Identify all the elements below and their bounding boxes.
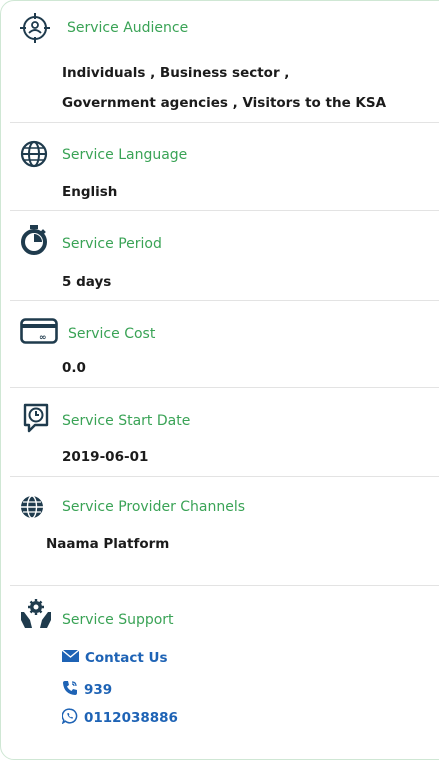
divider [10,476,439,477]
divider [10,585,439,586]
period-title: Service Period [62,236,162,252]
envelope-icon [61,649,80,666]
phone-link[interactable]: 939 [62,680,112,700]
audience-icon [19,12,51,48]
cost-value: 0.0 [62,360,86,376]
clock-icon [22,402,50,438]
contact-us-link[interactable]: Contact Us [61,649,168,666]
language-value: English [62,184,118,200]
service-details-card [0,0,439,760]
start-date-value: 2019-06-01 [62,449,149,465]
globe-icon [20,495,44,523]
audience-title: Service Audience [67,20,189,36]
language-title: Service Language [62,147,188,163]
support-hands-gear-icon [19,598,53,634]
channels-value: Naama Platform [46,536,170,552]
channels-title: Service Provider Channels [62,499,246,515]
whatsapp-number: 0112038886 [84,710,178,726]
audience-line-2: Government agencies , Visitors to the KS… [62,95,387,111]
whatsapp-icon [61,708,78,728]
divider [10,122,439,123]
globe-icon [20,140,48,172]
stopwatch-icon [20,224,48,260]
phone-icon [62,680,78,700]
divider [10,210,439,211]
cost-title: Service Cost [68,326,156,342]
divider [10,300,439,301]
start-date-title: Service Start Date [62,413,191,429]
divider [10,387,439,388]
whatsapp-link[interactable]: 0112038886 [61,708,178,728]
support-title: Service Support [62,612,174,628]
svg-text:∞: ∞ [39,333,47,343]
contact-us-label: Contact Us [85,650,168,666]
period-value: 5 days [62,274,112,290]
credit-card-icon: ∞ [20,318,58,348]
audience-line-1: Individuals , Business sector , [62,65,290,81]
phone-number: 939 [84,682,113,698]
